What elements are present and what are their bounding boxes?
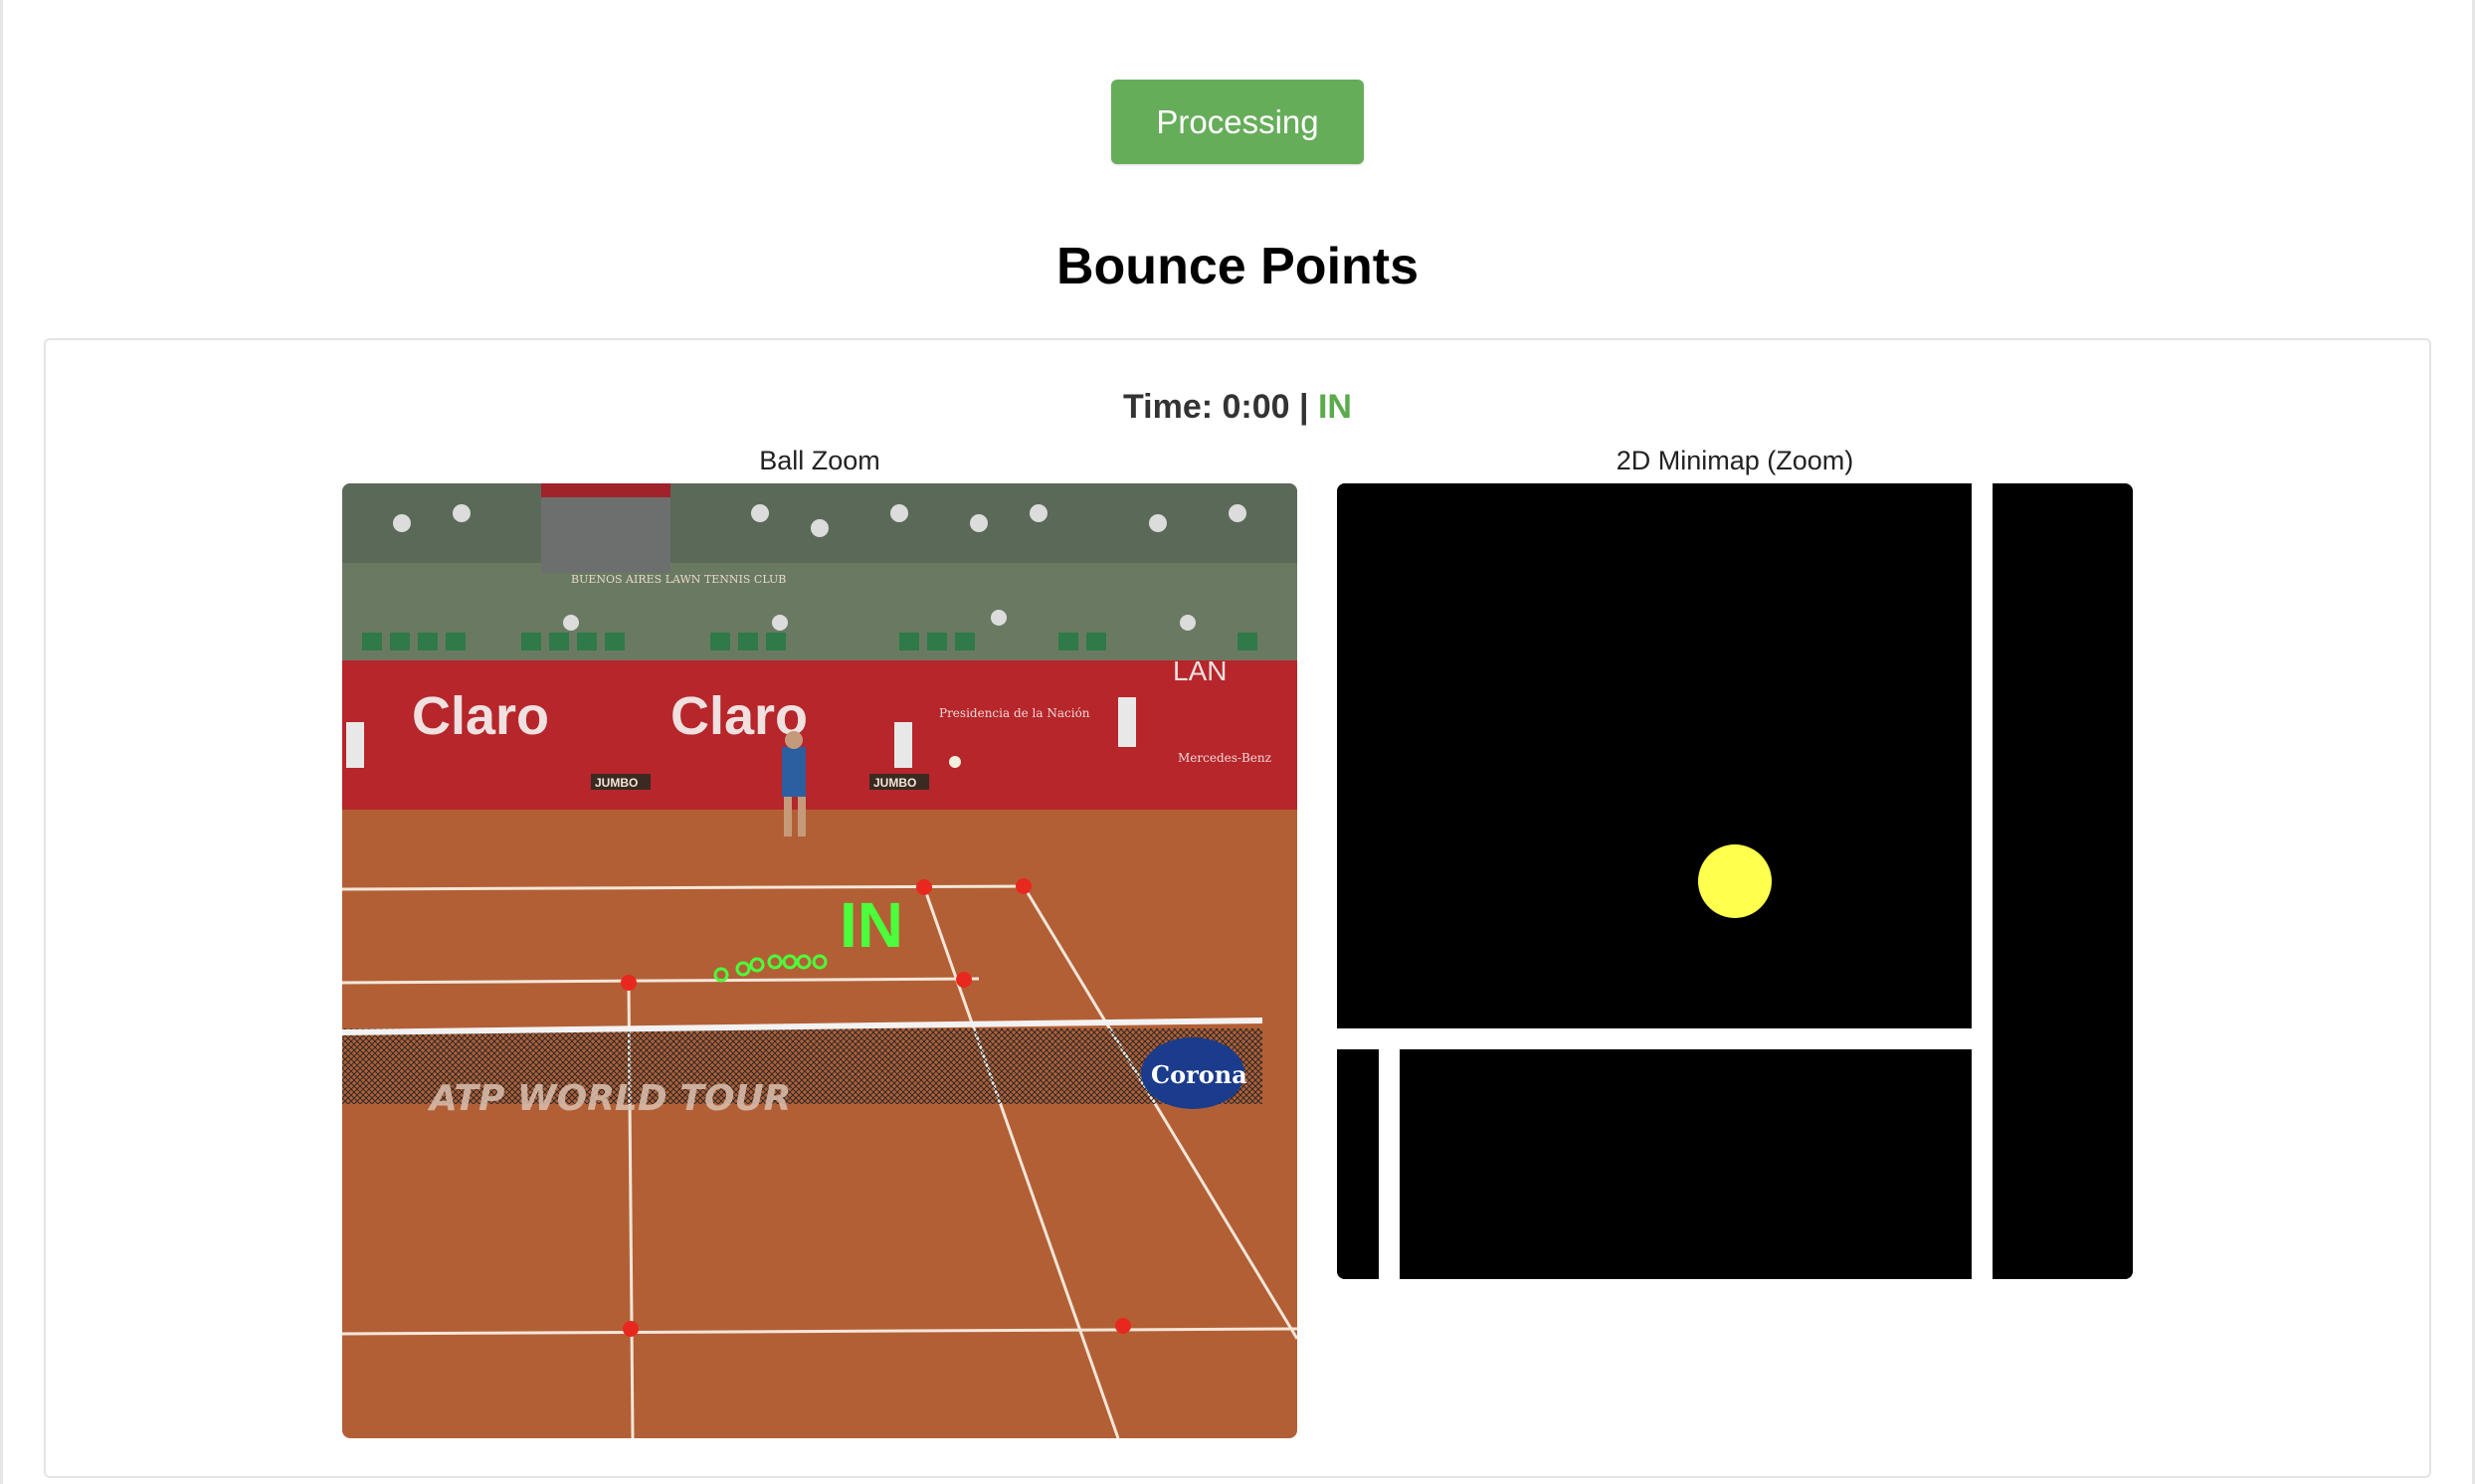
ball-zoom-label: Ball Zoom [759,446,880,475]
bounce-time-status: Time: 0:00 | IN [0,388,2475,427]
club-name-text: BUENOS AIRES LAWN TENNIS CLUB [571,573,786,586]
stands-lower [342,563,1297,662]
svg-text:Corona: Corona [1151,1060,1247,1089]
page-title: Bounce Points [1055,238,1420,295]
sponsor-claro-1: Claro [412,686,549,746]
sponsor-jumbo-1: JUMBO [595,776,638,790]
minimap-zoom [1337,483,2133,1279]
sponsor-jumbo-2: JUMBO [873,776,916,790]
sponsor-presidencia: Presidencia de la Nación [939,706,1090,720]
net-banner-text: ATP WORLD TOUR [427,1078,791,1119]
ball-zoom-image: BUENOS AIRES LAWN TENNIS CLUB Claro Clar… [342,483,1297,1438]
ball-trajectory [713,954,828,983]
sponsor-mercedes: Mercedes-Benz [1178,751,1271,765]
minimap-ball [1698,844,1772,918]
sponsor-lan: LAN [1173,655,1227,686]
in-out-status: IN [1317,388,1352,426]
minimap-label: 2D Minimap (Zoom) [1616,446,1854,475]
process-button[interactable]: Processing [1111,80,1364,164]
in-call-overlay: IN [840,889,903,961]
tennis-ball [949,756,961,768]
time-text: Time: 0:00 | [1123,388,1318,426]
